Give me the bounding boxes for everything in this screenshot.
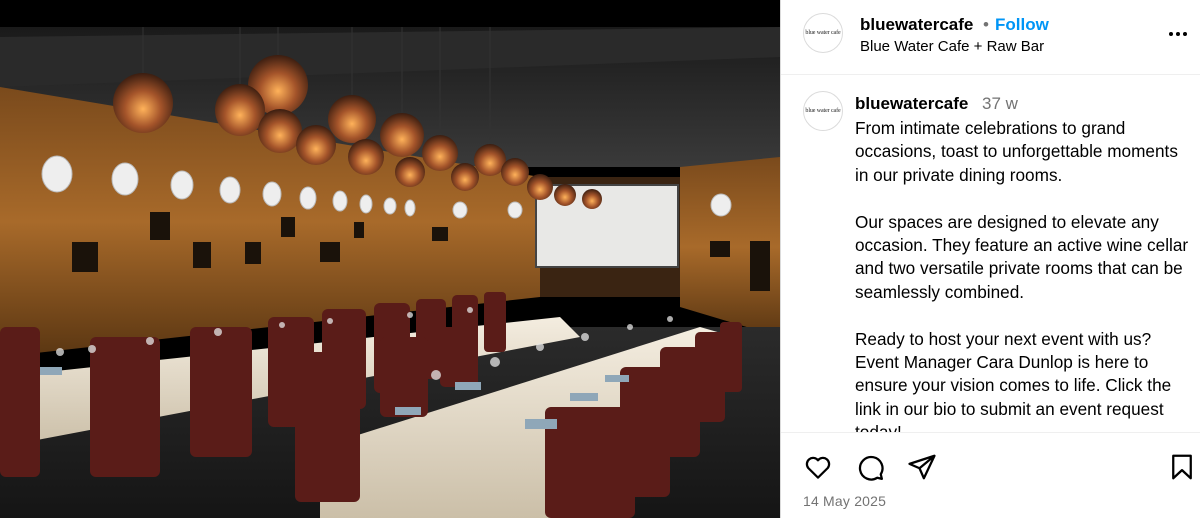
avatar-logo-text: blue water cafe	[805, 108, 841, 114]
caption-paragraph: Ready to host your next event with us? E…	[855, 328, 1172, 432]
post-side-panel: blue water cafe bluewatercafe • Follow B…	[780, 0, 1200, 518]
heart-icon[interactable]	[803, 452, 833, 482]
more-options-icon[interactable]	[1166, 22, 1190, 46]
post-caption: blue water cafe bluewatercafe 37 w From …	[781, 76, 1200, 432]
bookmark-icon[interactable]	[1167, 452, 1197, 482]
post-age[interactable]: 37 w	[982, 94, 1018, 114]
header-username[interactable]: bluewatercafe	[860, 15, 973, 35]
post-photo[interactable]	[0, 27, 780, 518]
profile-avatar[interactable]: blue water cafe	[803, 13, 843, 53]
comment-icon[interactable]	[855, 452, 885, 482]
caption-avatar[interactable]: blue water cafe	[803, 91, 843, 131]
post-media[interactable]	[0, 0, 780, 518]
share-icon[interactable]	[907, 452, 937, 482]
separator-dot: •	[983, 15, 989, 34]
divider	[781, 432, 1200, 433]
follow-button[interactable]: Follow	[995, 15, 1049, 35]
post-header: blue water cafe bluewatercafe • Follow B…	[781, 0, 1200, 75]
caption-text: From intimate celebrations to grand occa…	[855, 117, 1191, 432]
caption-paragraph: Our spaces are designed to elevate any o…	[855, 211, 1189, 302]
caption-username[interactable]: bluewatercafe	[855, 94, 968, 114]
caption-paragraph: From intimate celebrations to grand occa…	[855, 118, 1178, 185]
post-date[interactable]: 14 May 2025	[803, 493, 886, 509]
location-label[interactable]: Blue Water Cafe + Raw Bar	[860, 38, 1044, 55]
avatar-logo-text: blue water cafe	[805, 30, 841, 36]
